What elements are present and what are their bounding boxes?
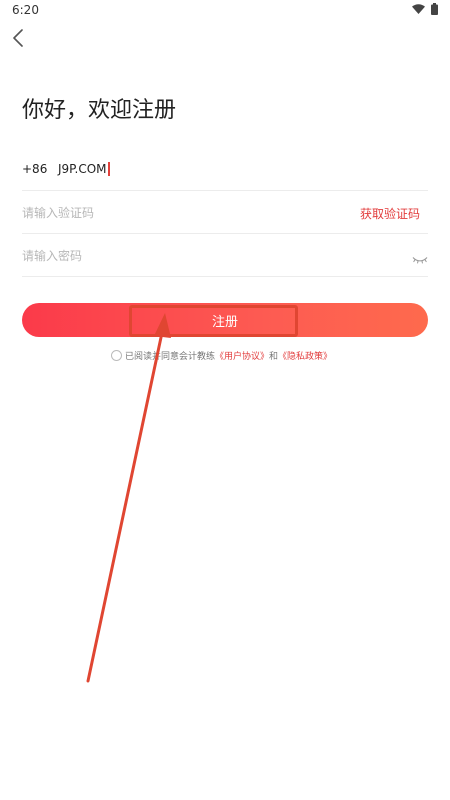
chevron-left-icon: [12, 29, 24, 51]
phone-input[interactable]: J9P.COM: [58, 162, 110, 176]
eye-closed-icon[interactable]: [412, 249, 428, 268]
verification-code-input[interactable]: [22, 203, 322, 223]
agreement: 已阅读并同意会计教练 《用户协议》 和 《隐私政策》: [111, 349, 332, 362]
status-icons: [412, 3, 438, 15]
status-time: 6:20: [12, 3, 39, 17]
status-bar: 6:20: [0, 0, 450, 22]
privacy-link[interactable]: 《隐私政策》: [278, 349, 332, 362]
terms-link[interactable]: 《用户协议》: [215, 349, 269, 362]
country-code[interactable]: +86: [22, 162, 47, 176]
password-row: [22, 234, 428, 277]
register-form: +86 J9P.COM 获取验证码: [22, 148, 428, 277]
phone-row[interactable]: +86 J9P.COM: [22, 148, 428, 191]
code-row: 获取验证码: [22, 191, 428, 234]
agreement-conjunction: 和: [269, 352, 279, 362]
password-input[interactable]: [22, 246, 322, 266]
register-button[interactable]: 注册: [22, 303, 428, 337]
text-caret: [107, 162, 110, 176]
battery-icon: [431, 3, 438, 15]
wifi-icon: [412, 4, 425, 14]
phone-input-value: J9P.COM: [58, 162, 107, 176]
get-code-button[interactable]: 获取验证码: [360, 205, 420, 222]
back-button[interactable]: [6, 28, 30, 52]
agreement-prefix: 已阅读并同意会计教练: [125, 352, 216, 362]
page-title: 你好，欢迎注册: [22, 98, 177, 123]
agree-checkbox[interactable]: [111, 350, 122, 361]
